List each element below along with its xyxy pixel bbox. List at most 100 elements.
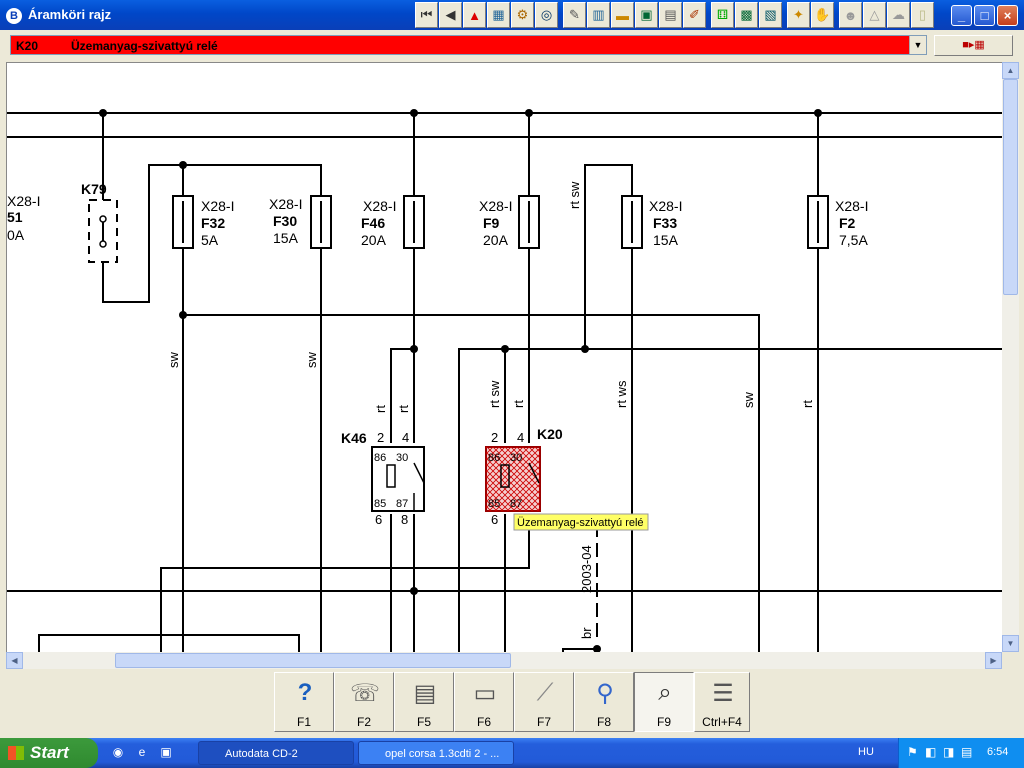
label-left-51: 51 bbox=[7, 209, 23, 225]
label-left-0a: 0A bbox=[7, 227, 25, 243]
scroll-up-arrow-icon[interactable]: ▲ bbox=[1002, 62, 1019, 79]
back-icon[interactable]: ◀ bbox=[439, 2, 462, 28]
label-k46: K46 bbox=[341, 430, 367, 446]
warning-icon[interactable]: ▲ bbox=[463, 2, 486, 28]
pen-icon[interactable]: ▤ bbox=[659, 2, 682, 28]
connector-icon: ▭ bbox=[473, 679, 497, 707]
vertical-scroll-thumb[interactable] bbox=[1003, 79, 1018, 295]
system-tray: ⚑ ◧ ◨ ▤ 6:54 bbox=[898, 738, 1024, 768]
f8-search-button[interactable]: ⚲ F8 bbox=[574, 672, 634, 732]
windows-logo-icon bbox=[8, 746, 24, 760]
label-f9-a: 20A bbox=[483, 232, 509, 248]
f5-print-button[interactable]: ▤ F5 bbox=[394, 672, 454, 732]
fax-icon: ☏ bbox=[349, 679, 380, 707]
pin-k20-86: 86 bbox=[488, 452, 500, 464]
component-code: K20 bbox=[16, 39, 39, 53]
pin-k20-2: 2 bbox=[491, 430, 498, 445]
wire-label-rt3: rt bbox=[511, 400, 526, 408]
pin-k20-6: 6 bbox=[491, 512, 498, 527]
wire-label-rt4: rt bbox=[800, 400, 815, 408]
wheel-icon[interactable]: ◎ bbox=[535, 2, 558, 28]
list-icon: ☰ bbox=[712, 679, 734, 707]
pin-k46-86: 86 bbox=[374, 452, 386, 464]
dice-icon[interactable]: ⚅ bbox=[711, 2, 734, 28]
task-browser[interactable]: opel corsa 1.3cdti 2 - ... bbox=[358, 741, 514, 765]
hand-icon[interactable]: ✋ bbox=[811, 2, 834, 28]
label-f9-x: X28-I bbox=[479, 198, 512, 214]
label-f30-a: 15A bbox=[273, 230, 299, 246]
help-icon: ? bbox=[297, 679, 313, 706]
label-f2-x: X28-I bbox=[835, 198, 868, 214]
car-icon[interactable]: ▣ bbox=[635, 2, 658, 28]
scroll-right-arrow-icon[interactable]: ▶ bbox=[985, 652, 1002, 669]
gear-icon[interactable]: ⚙ bbox=[511, 2, 534, 28]
label-f32-x: X28-I bbox=[201, 198, 234, 214]
tray-app-icon[interactable]: ◧ bbox=[925, 745, 936, 759]
pin-k46-30: 30 bbox=[396, 452, 408, 464]
quicklaunch-desktop-icon[interactable]: ▣ bbox=[158, 745, 174, 761]
pin-k46-4: 4 bbox=[402, 430, 409, 445]
label-k79: K79 bbox=[81, 181, 107, 197]
pin-k46-85: 85 bbox=[374, 498, 386, 510]
map-icon[interactable]: ▦ bbox=[487, 2, 510, 28]
start-button[interactable]: Start bbox=[0, 738, 98, 768]
scroll-down-arrow-icon[interactable]: ▼ bbox=[1002, 635, 1019, 652]
f6-connector-button[interactable]: ▭ F6 bbox=[454, 672, 514, 732]
label-f9: F9 bbox=[483, 215, 500, 231]
window-title: Áramköri rajz bbox=[28, 7, 112, 22]
ctrl-f4-list-button[interactable]: ☰ Ctrl+F4 bbox=[694, 672, 750, 732]
horizontal-scroll-thumb[interactable] bbox=[115, 653, 511, 668]
label-k20: K20 bbox=[537, 426, 563, 442]
close-button[interactable]: × bbox=[997, 5, 1018, 26]
pin-k20-4: 4 bbox=[517, 430, 524, 445]
vertical-scrollbar[interactable]: ▲ ▼ bbox=[1002, 62, 1019, 652]
chart-icon[interactable]: ▧ bbox=[759, 2, 782, 28]
label-f33: F33 bbox=[653, 215, 677, 231]
bulb-icon[interactable]: ✦ bbox=[787, 2, 810, 28]
wrench-icon[interactable]: ✐ bbox=[683, 2, 706, 28]
horizontal-scrollbar[interactable]: ◀ ▶ bbox=[6, 652, 1002, 669]
f7-probe-button[interactable]: ⟋ F7 bbox=[514, 672, 574, 732]
tape-icon[interactable]: ▥ bbox=[587, 2, 610, 28]
person-icon[interactable]: ☻ bbox=[839, 2, 862, 28]
component-select[interactable]: K20 Üzemanyag-szivattyú relé ▼ bbox=[10, 35, 927, 55]
tray-doc-icon[interactable]: ▤ bbox=[961, 745, 972, 759]
label-f33-a: 15A bbox=[653, 232, 679, 248]
tray-volume-icon[interactable]: ◨ bbox=[943, 745, 954, 759]
quicklaunch-ie-icon[interactable]: e bbox=[134, 745, 150, 761]
probe-icon: ⟋ bbox=[536, 679, 554, 706]
taskbar: Start ◉ e ▣ Autodata CD-2 opel corsa 1.3… bbox=[0, 738, 1024, 768]
component-name: Üzemanyag-szivattyú relé bbox=[71, 39, 218, 53]
minimize-button[interactable]: _ bbox=[951, 5, 972, 26]
label-f46: F46 bbox=[361, 215, 385, 231]
label-f46-x: X28-I bbox=[363, 198, 396, 214]
chevron-down-icon[interactable]: ▼ bbox=[909, 36, 926, 54]
label-f32: F32 bbox=[201, 215, 225, 231]
task-autodata[interactable]: Autodata CD-2 bbox=[198, 741, 354, 765]
quicklaunch-explorer-icon[interactable]: ◉ bbox=[110, 745, 126, 761]
doc-icon[interactable]: ▯ bbox=[911, 2, 934, 28]
scroll-left-arrow-icon[interactable]: ◀ bbox=[6, 652, 23, 669]
pin-k20-87: 87 bbox=[510, 498, 522, 510]
first-page-icon[interactable]: ⏮ bbox=[415, 2, 438, 28]
label-date: 2003-04 bbox=[579, 545, 594, 593]
tray-network-icon[interactable]: ⚑ bbox=[907, 745, 918, 759]
wire-label-sw2: sw bbox=[304, 352, 319, 369]
circuit-diagram-canvas[interactable]: K79 X28-I 51 0A X28-I F32 5A X28-I F30 1… bbox=[6, 62, 1002, 652]
cloud-icon[interactable]: ☁ bbox=[887, 2, 910, 28]
locate-component-button[interactable]: ■▸▦ bbox=[934, 35, 1013, 56]
alert-icon[interactable]: △ bbox=[863, 2, 886, 28]
pin-k46-2: 2 bbox=[377, 430, 384, 445]
language-indicator[interactable]: HU bbox=[858, 746, 874, 758]
tool-icon[interactable]: ✎ bbox=[563, 2, 586, 28]
maximize-button[interactable]: □ bbox=[974, 5, 995, 26]
autodata-app-icon: B bbox=[6, 8, 22, 24]
label-f2-a: 7,5A bbox=[839, 232, 868, 248]
label-f46-a: 20A bbox=[361, 232, 387, 248]
sign-icon[interactable]: ▬ bbox=[611, 2, 634, 28]
f1-help-button[interactable]: ? F1 bbox=[274, 672, 334, 732]
f2-fax-button[interactable]: ☏ F2 bbox=[334, 672, 394, 732]
clock: 6:54 bbox=[987, 746, 1009, 758]
f9-zoom-button[interactable]: ⌕ F9 bbox=[634, 672, 694, 732]
box-icon[interactable]: ▩ bbox=[735, 2, 758, 28]
